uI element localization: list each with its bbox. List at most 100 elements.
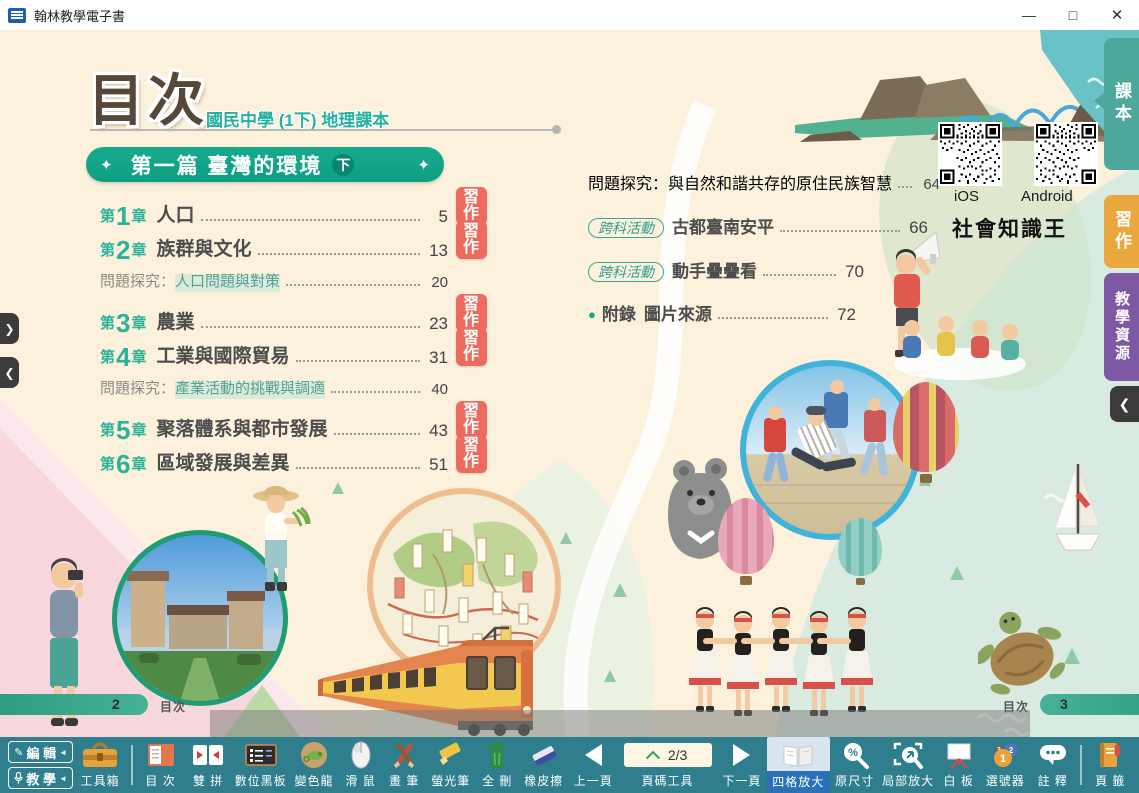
- appendix-label: 附錄: [602, 306, 636, 325]
- qr-label-ios: iOS: [954, 188, 979, 205]
- next-page-button[interactable]: 下一頁: [717, 737, 767, 793]
- right-panel-collapse-button[interactable]: ❮: [1110, 386, 1139, 422]
- sailboat-illustration: [1052, 458, 1104, 574]
- workbook-badge[interactable]: 習作: [456, 294, 487, 332]
- dual-page-button[interactable]: 雙 拼: [184, 737, 232, 793]
- chapter-suffix: 章: [131, 423, 146, 441]
- toc-entry-ch4[interactable]: 第4章 工業與國際貿易 31 習作: [100, 334, 448, 368]
- dot-leader: [296, 467, 420, 469]
- partial-zoom-icon: [893, 741, 923, 769]
- page-number: 13: [426, 242, 448, 261]
- page-number: 64: [918, 177, 940, 194]
- inquiry-title: 產業活動的挑戰與調適: [175, 381, 325, 399]
- bookmark-button[interactable]: 頁 籤: [1086, 737, 1136, 793]
- delete-all-button[interactable]: 全 刪: [475, 737, 519, 793]
- speech-bubble-icon: [1038, 742, 1068, 768]
- toc-entry-ch2[interactable]: 第2章 族群與文化 13 習作: [100, 227, 448, 261]
- inquiry-title: 人口問題與對策: [175, 274, 280, 292]
- annotation-label: 註 釋: [1038, 772, 1068, 789]
- close-button[interactable]: ✕: [1095, 0, 1139, 30]
- toc-button[interactable]: 目 次: [137, 737, 185, 793]
- mouse-label: 滑 鼠: [345, 772, 375, 789]
- eraser-button[interactable]: 橡皮擦: [519, 737, 569, 793]
- workbook-badge[interactable]: 習作: [456, 221, 487, 259]
- toc-entry-appendix[interactable]: ● 附錄 圖片來源 72: [588, 306, 856, 325]
- chapter-suffix: 章: [131, 350, 146, 368]
- cross-activity-tag: 跨科活動: [588, 218, 664, 238]
- toc-entry-inquiry2[interactable]: 問題探究： 產業活動的挑戰與調適 40: [100, 368, 448, 399]
- left-panel-collapse-button[interactable]: ❮: [0, 357, 19, 388]
- star-icon: ✦: [100, 156, 113, 174]
- partial-zoom-label: 局部放大: [882, 772, 934, 789]
- chapter-title: 工業與國際貿易: [157, 347, 290, 368]
- footer-left-page-number: 2: [112, 696, 120, 712]
- toc-entry-cross1[interactable]: 跨科活動 古都臺南安平 66: [588, 218, 928, 238]
- toolbox-button[interactable]: 工具箱: [73, 737, 126, 793]
- workbook-badge[interactable]: 習作: [456, 187, 487, 225]
- pen-button[interactable]: 畫 筆: [382, 737, 426, 793]
- toc-entry-ch5[interactable]: 第5章 聚落體系與都市發展 43 習作: [100, 407, 448, 441]
- whiteboard-icon: [944, 742, 974, 769]
- workbook-badge[interactable]: 習作: [456, 435, 487, 473]
- tab-textbook[interactable]: 課本: [1104, 38, 1139, 170]
- whiteboard-button[interactable]: 白 板: [937, 737, 981, 793]
- page-number: 31: [426, 349, 448, 368]
- page-number: 40: [426, 382, 448, 399]
- chapter-number: 4: [115, 346, 131, 368]
- chameleon-button[interactable]: 變色龍: [289, 737, 339, 793]
- app-icon: [8, 8, 26, 23]
- digital-blackboard-button[interactable]: 數位黑板: [232, 737, 289, 793]
- toolbox-label: 工具箱: [81, 772, 120, 789]
- chapter-title: 聚落體系與都市發展: [157, 420, 328, 441]
- delete-all-label: 全 刪: [482, 772, 512, 789]
- chapter-number: 1: [115, 205, 131, 227]
- toc-entry-cross2[interactable]: 跨科活動 動手疊疊看 70: [588, 262, 864, 282]
- edit-mode-button[interactable]: ✎編 輯◄: [8, 741, 73, 763]
- inquiry-label: 問題探究：: [100, 381, 175, 399]
- blackboard-icon: [245, 743, 277, 767]
- minimize-button[interactable]: —: [1007, 0, 1051, 30]
- teach-mode-button[interactable]: 教 學◄: [8, 767, 73, 789]
- toc-entry-inquiry1[interactable]: 問題探究： 人口問題與對策 20: [100, 261, 448, 292]
- page-number: 20: [426, 275, 448, 292]
- dot-leader: [201, 219, 420, 221]
- annotation-button[interactable]: 註 釋: [1030, 737, 1076, 793]
- partial-zoom-button[interactable]: 局部放大: [879, 737, 936, 793]
- toc-entry-ch1[interactable]: 第1章 人口 5 習作: [100, 193, 448, 227]
- page-number: 5: [426, 208, 448, 227]
- page-bottom-drag-bar[interactable]: [210, 710, 1030, 737]
- qr-label-android: Android: [1021, 188, 1073, 205]
- highlighter-button[interactable]: 螢光筆: [426, 737, 476, 793]
- toc-entry-ch6[interactable]: 第6章 區域發展與差異 51 習作: [100, 441, 448, 475]
- dot-leader: [898, 186, 912, 188]
- tab-workbook[interactable]: 習作: [1104, 195, 1139, 268]
- number-picker-icon: 321: [990, 741, 1020, 769]
- toc-entry-ch3[interactable]: 第3章 農業 23 習作: [100, 300, 448, 334]
- tab-teaching-resources[interactable]: 教學資源: [1104, 273, 1139, 381]
- toc-icon: [146, 742, 176, 768]
- workbook-badge[interactable]: 習作: [456, 328, 487, 366]
- four-grid-zoom-button[interactable]: 四格放大: [767, 737, 830, 793]
- workbook-badge[interactable]: 習作: [456, 401, 487, 439]
- page-subtitle: 國民中學 (1下) 地理課本: [206, 106, 389, 131]
- pen-icon: [390, 741, 418, 769]
- page-number: 51: [426, 456, 448, 475]
- mouse-button[interactable]: 滑 鼠: [339, 737, 383, 793]
- original-size-button[interactable]: % 原尺寸: [830, 737, 880, 793]
- hot-air-balloon-red: [893, 382, 959, 483]
- number-picker-button[interactable]: 321 選號器: [980, 737, 1030, 793]
- mouse-icon: [351, 741, 371, 769]
- chapter-prefix: 第: [100, 423, 115, 441]
- page-number-input[interactable]: 2/3: [624, 743, 712, 767]
- chapter-title: 農業: [157, 313, 195, 334]
- toc-entry-inquiry3[interactable]: 問題探究： 與自然和諧共存的原住民族智慧 64: [588, 170, 940, 194]
- title-rule-dot: [552, 125, 561, 134]
- dot-leader: [331, 391, 420, 393]
- maximize-button[interactable]: □: [1051, 0, 1095, 30]
- left-panel-expand-button[interactable]: ❯: [0, 313, 19, 344]
- prev-page-button[interactable]: 上一頁: [569, 737, 619, 793]
- page-title: 目次: [88, 56, 208, 137]
- bullet-icon: ●: [588, 308, 596, 325]
- chameleon-icon: [300, 741, 328, 769]
- qr-code-android: [1034, 122, 1098, 186]
